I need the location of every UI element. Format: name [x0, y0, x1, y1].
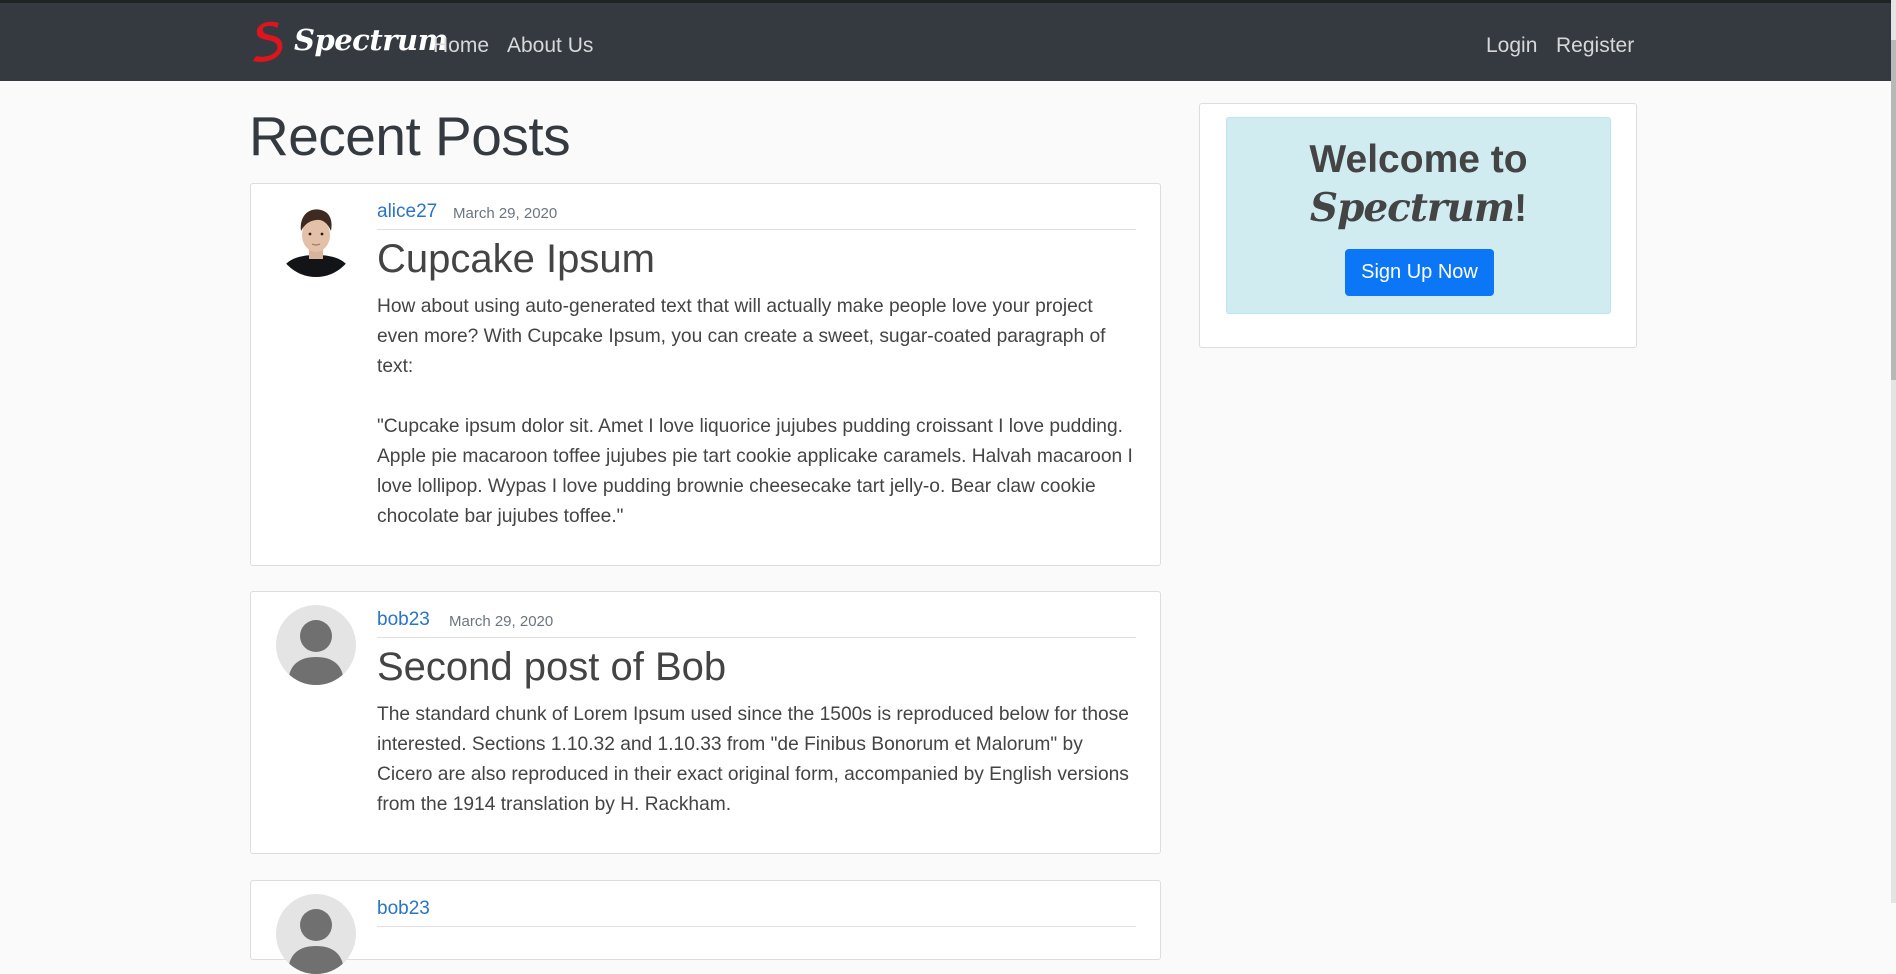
nav-about-link[interactable]: About Us: [507, 33, 593, 59]
nav-home-link[interactable]: Home: [433, 33, 489, 59]
spectrum-logo-icon: [253, 21, 283, 62]
post-author-link[interactable]: bob23: [377, 897, 430, 921]
brand-link[interactable]: Spectrum: [248, 17, 448, 63]
sign-up-button[interactable]: Sign Up Now: [1345, 249, 1494, 296]
default-user-avatar-icon: [276, 894, 356, 974]
author-avatar[interactable]: [276, 605, 356, 685]
post-author-link[interactable]: alice27: [377, 200, 437, 224]
post-content: How about using auto-generated text that…: [377, 292, 1137, 532]
post-content: The standard chunk of Lorem Ipsum used s…: [377, 700, 1137, 820]
post-date: March 29, 2020: [449, 613, 554, 630]
post-card: bob23: [250, 880, 1161, 974]
sidebar: Welcome to Spectrum! Sign Up Now: [1199, 103, 1637, 348]
post-meta: bob23 March 29, 2020: [377, 608, 1136, 638]
welcome-box: Welcome to Spectrum! Sign Up Now: [1226, 117, 1611, 314]
welcome-prefix: Welcome to: [1309, 138, 1528, 181]
user-photo-icon: [276, 197, 356, 277]
default-user-avatar-icon: [276, 605, 356, 685]
post-paragraph: "Cupcake ipsum dolor sit. Amet I love li…: [377, 416, 1133, 527]
top-navbar: Spectrum Home About Us Login Register: [0, 0, 1896, 81]
nav-register-link[interactable]: Register: [1556, 33, 1634, 59]
post-title-link[interactable]: Cupcake Ipsum: [377, 235, 655, 283]
page-title: Recent Posts: [249, 105, 571, 167]
author-avatar[interactable]: [276, 894, 356, 974]
post-card: bob23 March 29, 2020 Second post of Bob …: [250, 591, 1161, 854]
post-title-link[interactable]: Second post of Bob: [377, 643, 726, 691]
post-meta: alice27 March 29, 2020: [377, 200, 1136, 230]
welcome-heading: Welcome to Spectrum!: [1227, 118, 1610, 233]
post-paragraph: The standard chunk of Lorem Ipsum used s…: [377, 704, 1129, 815]
brand-name: Spectrum: [294, 23, 448, 57]
nav-login-link[interactable]: Login: [1486, 33, 1537, 59]
post-card: alice27 March 29, 2020 Cupcake Ipsum How…: [250, 183, 1161, 566]
post-meta: bob23: [377, 897, 1136, 927]
author-avatar[interactable]: [276, 197, 356, 277]
post-paragraph: How about using auto-generated text that…: [377, 296, 1106, 377]
post-author-link[interactable]: bob23: [377, 608, 430, 632]
welcome-suffix: !: [1514, 187, 1528, 230]
scrollbar-thumb[interactable]: [1891, 40, 1896, 380]
page-scrollbar[interactable]: [1891, 0, 1896, 903]
welcome-brand-name: Spectrum: [1309, 185, 1515, 231]
post-date: March 29, 2020: [453, 205, 558, 222]
